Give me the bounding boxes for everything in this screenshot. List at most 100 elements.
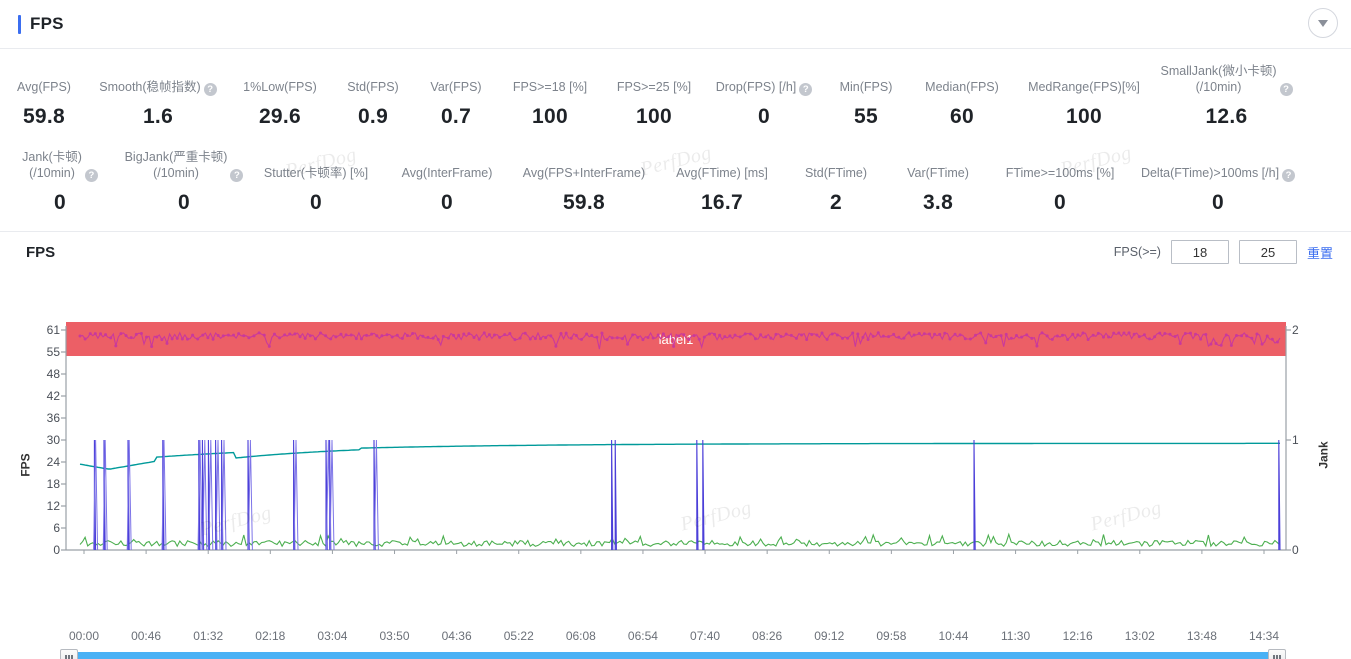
x-tick-label: 09:58	[876, 629, 907, 643]
metric-value: 0	[1212, 191, 1224, 214]
x-tick-label: 05:22	[503, 629, 534, 643]
x-tick-label: 03:50	[379, 629, 410, 643]
metrics-row-1: Avg(FPS) 59.8 Smooth(稳帧指数)? 1.6 1%Low(FPS) 29…	[0, 61, 1351, 129]
help-icon[interactable]: ?	[1279, 83, 1293, 96]
metric-label: Jank(卡顿) (/10min)?	[2, 147, 118, 182]
collapse-panel-button[interactable]	[1308, 8, 1338, 38]
metric-card: BigJank(严重卡顿) (/10min)? 0	[120, 147, 248, 215]
metric-card: Stutter(卡顿率) [%] 0	[248, 147, 384, 215]
chart-body: label1 FPS Jank 0 6 12 18 24 30 36 42 48 55 61 012…	[0, 318, 1351, 659]
header-divider	[0, 48, 1351, 49]
metric-card: Min(FPS) 55	[822, 61, 910, 129]
help-icon[interactable]: ?	[203, 83, 217, 96]
x-tick-label: 12:16	[1062, 629, 1093, 643]
x-tick-label: 06:54	[627, 629, 658, 643]
metric-card: Var(FTime) 3.8	[886, 147, 990, 215]
metric-label: BigJank(严重卡顿) (/10min)?	[122, 147, 246, 182]
metric-value: 0	[1054, 191, 1066, 214]
x-tick-label: 11:30	[1001, 629, 1031, 643]
help-icon[interactable]: ?	[230, 169, 244, 182]
metric-value: 59.8	[562, 191, 606, 214]
metric-card: MedRange(FPS)[%] 100	[1014, 61, 1154, 129]
metric-label: Std(FPS)	[347, 80, 399, 94]
x-tick-label: 03:04	[317, 629, 348, 643]
scrollbar-track[interactable]	[66, 652, 1286, 659]
metric-value: 59.8	[22, 105, 66, 128]
metric-card: FPS>=25 [%] 100	[602, 61, 706, 129]
metric-label: Median(FPS)	[925, 80, 999, 94]
scrollbar-left-handle[interactable]	[60, 649, 78, 659]
series-1pct-low	[79, 442, 1280, 470]
x-tick-label: 10:44	[938, 629, 969, 643]
metrics-summary: Avg(FPS) 59.8 Smooth(稳帧指数)? 1.6 1%Low(FPS) 29…	[0, 61, 1351, 215]
metrics-row-2: Jank(卡顿) (/10min)? 0 BigJank(严重卡顿) (/10min)?…	[0, 147, 1351, 215]
series-smooth	[79, 532, 1281, 548]
metric-value: 0.9	[357, 105, 389, 128]
metric-value: 0	[758, 105, 770, 128]
metric-label: 1%Low(FPS)	[243, 80, 317, 94]
help-icon[interactable]: ?	[84, 169, 98, 182]
reset-button[interactable]: 重置	[1307, 243, 1333, 262]
metric-value: 55	[854, 105, 878, 128]
metric-value: 16.7	[700, 191, 744, 214]
help-icon[interactable]: ?	[1282, 169, 1296, 182]
metric-label: Avg(InterFrame)	[401, 166, 493, 180]
fps-threshold-low-input[interactable]	[1170, 240, 1229, 264]
metric-value: 60	[950, 105, 974, 128]
metric-value: 100	[1066, 105, 1102, 128]
page-title: FPS	[30, 14, 64, 33]
chart-header: FPS FPS(>=) 重置	[0, 232, 1351, 272]
metric-value: 3.8	[922, 191, 954, 214]
metric-value: 0	[310, 191, 322, 214]
metric-card: Avg(FPS) 59.8	[0, 61, 88, 129]
metric-label: Min(FPS)	[839, 80, 893, 94]
grip-icon	[1273, 654, 1281, 659]
panel-header: FPS	[0, 0, 1351, 48]
metric-card: SmallJank(微小卡顿) (/10min)? 12.6	[1154, 61, 1299, 129]
metric-card: Smooth(稳帧指数)? 1.6	[88, 61, 228, 129]
metric-card: 1%Low(FPS) 29.6	[228, 61, 332, 129]
x-tick-label: 06:08	[565, 629, 596, 643]
metric-card: Avg(InterFrame) 0	[384, 147, 510, 215]
x-tick-label: 09:12	[814, 629, 845, 643]
chart-range-scrollbar[interactable]	[0, 649, 1351, 659]
metric-card: Jank(卡顿) (/10min)? 0	[0, 147, 120, 215]
metric-label: FTime>=100ms [%]	[1005, 166, 1115, 180]
chart-plot-area[interactable]: FPS Jank 0 6 12 18 24 30 36 42 48 55 61 012	[0, 318, 1351, 623]
x-tick-label: 13:02	[1124, 629, 1155, 643]
metric-value: 0	[54, 191, 66, 214]
x-tick-label: 04:36	[441, 629, 472, 643]
metric-label: FPS>=25 [%]	[616, 80, 692, 94]
metric-label: FPS>=18 [%]	[512, 80, 588, 94]
metric-value: 100	[532, 105, 568, 128]
metric-label: Smooth(稳帧指数)?	[90, 61, 226, 96]
x-tick-label: 01:32	[193, 629, 224, 643]
metric-card: Avg(FTime) [ms] 16.7	[658, 147, 786, 215]
metric-value: 0	[178, 191, 190, 214]
x-tick-label: 13:48	[1186, 629, 1217, 643]
chart-svg	[61, 326, 1291, 554]
metric-card: Var(FPS) 0.7	[414, 61, 498, 129]
metric-card: FPS>=18 [%] 100	[498, 61, 602, 129]
help-icon[interactable]: ?	[799, 83, 813, 96]
metric-value: 12.6	[1205, 105, 1248, 128]
x-tick-label: 00:00	[68, 629, 100, 643]
fps-threshold-high-input[interactable]	[1238, 240, 1297, 264]
x-tick-label: 08:26	[752, 629, 783, 643]
scrollbar-right-handle[interactable]	[1268, 649, 1286, 659]
chart-title: FPS	[26, 243, 56, 261]
series-smalljank	[93, 439, 1281, 551]
title-accent-bar	[18, 14, 21, 34]
metric-card: Median(FPS) 60	[910, 61, 1014, 129]
chevron-down-icon	[1318, 19, 1328, 27]
metric-value: 1.6	[142, 105, 174, 128]
metric-label: Avg(FPS)	[17, 80, 71, 94]
x-tick-label: 14:34	[1248, 629, 1280, 643]
metric-card: Drop(FPS) [/h]? 0	[706, 61, 822, 129]
metric-label: Avg(FTime) [ms]	[676, 166, 768, 180]
metric-card: Std(FPS) 0.9	[332, 61, 414, 129]
chart-controls: FPS(>=) 重置	[1114, 240, 1333, 264]
metric-card: Avg(FPS+InterFrame) 59.8	[510, 147, 658, 215]
metric-value: 29.6	[258, 105, 302, 128]
metric-label: Var(FPS)	[430, 80, 482, 94]
